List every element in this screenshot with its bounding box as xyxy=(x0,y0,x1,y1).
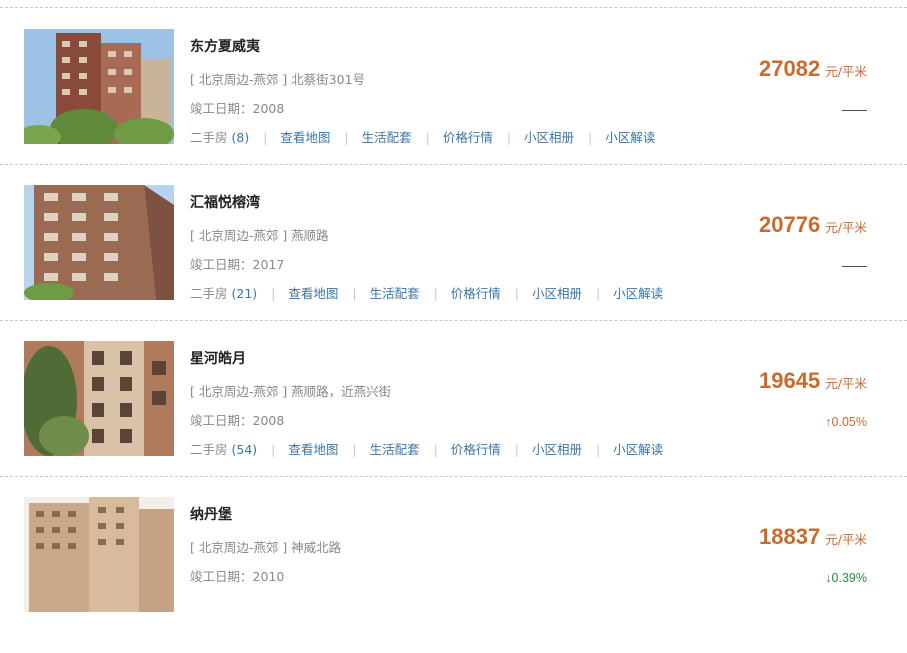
action-links: 二手房 (21) | 查看地图 | 生活配套 | 价格行情 | 小区相册 | 小… xyxy=(190,283,663,302)
link-separator: | xyxy=(506,130,512,145)
property-name[interactable]: 东方夏威夷 xyxy=(190,36,260,56)
price-block: 27082 元/平米 xyxy=(759,56,867,82)
link-separator: | xyxy=(263,130,268,145)
action-links: 二手房 (8) | 查看地图 | 生活配套 | 价格行情 | 小区相册 | 小区… xyxy=(190,127,655,146)
price-change: ↑0.05% xyxy=(825,415,867,429)
link-separator: | xyxy=(595,442,601,457)
divider xyxy=(0,164,907,165)
completion-year: 2008 xyxy=(252,101,285,116)
price-change: —— xyxy=(842,259,867,273)
view-map-link[interactable]: 查看地图 xyxy=(288,442,338,457)
view-map-link[interactable]: 查看地图 xyxy=(288,286,338,301)
property-address: [ 北京周边-燕郊 ] 燕顺路 xyxy=(190,228,329,243)
view-map-link[interactable]: 查看地图 xyxy=(280,130,330,145)
divider xyxy=(0,476,907,477)
link-separator: | xyxy=(271,286,276,301)
link-separator: | xyxy=(588,130,593,145)
amenities-link[interactable]: 生活配套 xyxy=(362,130,412,145)
price-value: 27082 xyxy=(759,56,821,81)
property-address: [ 北京周边-燕郊 ] 北蔡街301号 xyxy=(190,72,366,87)
completion-label: 竣工日期： xyxy=(190,101,253,116)
completion-label: 竣工日期： xyxy=(190,257,253,272)
property-address: [ 北京周边-燕郊 ] 神威北路 xyxy=(190,540,342,555)
price-trend-link[interactable]: 价格行情 xyxy=(451,286,501,301)
link-separator: | xyxy=(514,286,519,301)
secondhand-label: 二手房 xyxy=(190,286,228,301)
property-photo[interactable] xyxy=(24,497,174,612)
property-name[interactable]: 纳丹堡 xyxy=(190,504,232,524)
completion-year: 2017 xyxy=(252,257,285,272)
secondhand-label: 二手房 xyxy=(190,130,228,145)
listing-item: 东方夏威夷 [ 北京周边-燕郊 ] 北蔡街301号 竣工日期：2008 二手房 … xyxy=(0,29,907,185)
link-separator: | xyxy=(352,442,357,457)
price-block: 20776 元/平米 xyxy=(759,212,867,238)
link-separator: | xyxy=(514,442,519,457)
price-trend-link[interactable]: 价格行情 xyxy=(443,130,493,145)
completion-date: 竣工日期：2008 xyxy=(190,98,284,117)
completion-date: 竣工日期：2017 xyxy=(190,254,284,273)
price-trend-link[interactable]: 价格行情 xyxy=(451,442,501,457)
property-photo[interactable] xyxy=(24,341,174,456)
secondhand-count-link[interactable]: (21) xyxy=(232,286,258,301)
property-name[interactable]: 星河皓月 xyxy=(190,348,246,368)
price-block: 19645 元/平米 xyxy=(759,368,867,394)
amenities-link[interactable]: 生活配套 xyxy=(370,286,420,301)
link-separator: | xyxy=(433,442,438,457)
divider-top xyxy=(0,7,907,8)
photo-album-link[interactable]: 小区相册 xyxy=(532,286,582,301)
link-separator: | xyxy=(595,286,601,301)
property-photo[interactable] xyxy=(24,185,174,300)
action-links: 二手房 (54) | 查看地图 | 生活配套 | 价格行情 | 小区相册 | 小… xyxy=(190,439,663,458)
link-separator: | xyxy=(425,130,430,145)
photo-album-link[interactable]: 小区相册 xyxy=(532,442,582,457)
listing-item: 星河皓月 [ 北京周边-燕郊 ] 燕顺路，近燕兴街 竣工日期：2008 二手房 … xyxy=(0,341,907,497)
photo-album-link[interactable]: 小区相册 xyxy=(524,130,574,145)
price-value: 20776 xyxy=(759,212,821,237)
link-separator: | xyxy=(352,286,357,301)
link-separator: | xyxy=(344,130,349,145)
price-change: —— xyxy=(842,103,867,117)
completion-date: 竣工日期：2008 xyxy=(190,410,284,429)
link-separator: | xyxy=(433,286,438,301)
property-photo[interactable] xyxy=(24,29,174,144)
listing-item: 纳丹堡 [ 北京周边-燕郊 ] 神威北路 竣工日期：2010 18837 元/平… xyxy=(0,497,907,653)
completion-date: 竣工日期：2010 xyxy=(190,566,284,585)
secondhand-count-link[interactable]: (54) xyxy=(232,442,258,457)
price-value: 19645 xyxy=(759,368,821,393)
price-block: 18837 元/平米 xyxy=(759,524,867,550)
amenities-link[interactable]: 生活配套 xyxy=(370,442,420,457)
price-unit: 元/平米 xyxy=(825,64,867,79)
community-review-link[interactable]: 小区解读 xyxy=(605,130,655,145)
secondhand-count-link[interactable]: (8) xyxy=(232,130,250,145)
price-unit: 元/平米 xyxy=(825,376,867,391)
listing-item: 汇福悦榕湾 [ 北京周边-燕郊 ] 燕顺路 竣工日期：2017 二手房 (21)… xyxy=(0,185,907,341)
price-change: ↓0.39% xyxy=(825,571,867,585)
completion-label: 竣工日期： xyxy=(190,413,253,428)
price-unit: 元/平米 xyxy=(825,220,867,235)
community-review-link[interactable]: 小区解读 xyxy=(613,442,663,457)
secondhand-label: 二手房 xyxy=(190,442,228,457)
property-address: [ 北京周边-燕郊 ] 燕顺路，近燕兴街 xyxy=(190,384,392,399)
completion-year: 2008 xyxy=(252,413,285,428)
link-separator: | xyxy=(271,442,276,457)
property-name[interactable]: 汇福悦榕湾 xyxy=(190,192,260,212)
price-unit: 元/平米 xyxy=(825,532,867,547)
price-value: 18837 xyxy=(759,524,821,549)
divider xyxy=(0,320,907,321)
community-review-link[interactable]: 小区解读 xyxy=(613,286,663,301)
